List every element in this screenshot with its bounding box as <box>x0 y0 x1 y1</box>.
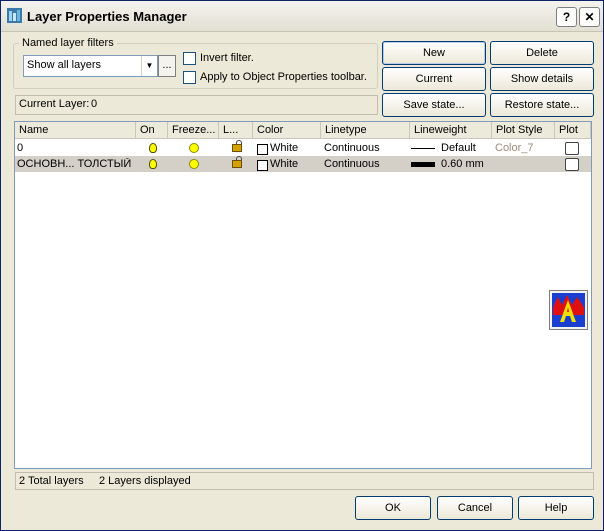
ok-button[interactable]: OK <box>355 496 431 520</box>
layer-name: ОСНОВН... ТОЛСТЫЙ <box>17 158 132 170</box>
column-header-name[interactable]: Name <box>15 122 136 139</box>
new-layer-button[interactable]: New <box>382 41 486 65</box>
column-header-lock[interactable]: L... <box>219 122 253 139</box>
sun-thawed-icon[interactable] <box>189 143 199 153</box>
current-layer-label: Current Layer: <box>19 98 90 110</box>
layer-name: 0 <box>17 142 24 154</box>
invert-filter-label: Invert filter. <box>200 52 254 64</box>
layer-linetype[interactable]: Continuous <box>324 158 380 170</box>
column-header-linetype[interactable]: Linetype <box>321 122 410 139</box>
printer-icon[interactable] <box>565 158 579 171</box>
column-header-plot-style[interactable]: Plot Style <box>492 122 555 139</box>
total-layers-count: 2 Total layers <box>19 475 84 487</box>
flame-a-icon <box>552 293 585 327</box>
close-title-button[interactable]: ✕ <box>579 7 600 27</box>
layer-linetype[interactable]: Continuous <box>324 142 380 154</box>
title-bar[interactable]: Layer Properties Manager ? ✕ <box>1 1 603 32</box>
help-title-button[interactable]: ? <box>556 7 577 27</box>
layer-filter-value: Show all layers <box>27 59 101 71</box>
layer-states-icon[interactable] <box>549 290 588 330</box>
lightbulb-on-icon[interactable] <box>149 159 157 169</box>
layer-app-icon <box>7 8 22 23</box>
column-header-on[interactable]: On <box>136 122 168 139</box>
cancel-button[interactable]: Cancel <box>437 496 513 520</box>
lightbulb-on-icon[interactable] <box>149 143 157 153</box>
unlocked-padlock-icon[interactable] <box>232 156 244 170</box>
filters-group-label: Named layer filters <box>19 37 117 49</box>
color-swatch[interactable] <box>257 160 268 171</box>
chevron-down-icon[interactable]: ▼ <box>141 56 157 76</box>
save-state-button[interactable]: Save state... <box>382 93 486 117</box>
apply-toolbar-checkbox[interactable] <box>183 71 196 84</box>
column-header-color[interactable]: Color <box>253 122 321 139</box>
layer-row[interactable]: 0 White Continuous Default Color_7 <box>15 140 591 156</box>
lineweight-thin-line <box>411 148 435 149</box>
invert-filter-checkbox[interactable] <box>183 52 196 65</box>
layer-color[interactable]: White <box>270 158 298 170</box>
window-title: Layer Properties Manager <box>27 9 187 24</box>
layer-list[interactable]: Name On Freeze... L... Color Linetype Li… <box>14 121 592 469</box>
column-header-freeze[interactable]: Freeze... <box>168 122 219 139</box>
layer-color[interactable]: White <box>270 142 298 154</box>
layer-filter-select[interactable]: Show all layers ▼ <box>23 55 158 77</box>
set-current-button[interactable]: Current <box>382 67 486 91</box>
show-details-button[interactable]: Show details <box>490 67 594 91</box>
layer-lineweight[interactable]: Default <box>441 142 476 154</box>
unlocked-padlock-icon[interactable] <box>232 140 244 154</box>
column-header-plot[interactable]: Plot <box>555 122 591 139</box>
layer-lineweight[interactable]: 0.60 mm <box>441 158 484 170</box>
layer-plot-style[interactable]: Color_7 <box>495 142 534 154</box>
filter-ellipsis-button[interactable]: ... <box>158 55 176 77</box>
layer-row[interactable]: ОСНОВН... ТОЛСТЫЙ White Continuous 0.60 … <box>15 156 591 172</box>
lineweight-thick-line <box>411 162 435 167</box>
color-swatch[interactable] <box>257 144 268 155</box>
sun-thawed-icon[interactable] <box>189 159 199 169</box>
help-button[interactable]: Help <box>518 496 594 520</box>
printer-icon[interactable] <box>565 142 579 155</box>
layer-properties-dialog: Layer Properties Manager ? ✕ Named layer… <box>0 0 604 531</box>
layers-displayed-count: 2 Layers displayed <box>99 475 191 487</box>
current-layer-display: Current Layer: 0 <box>15 95 378 115</box>
status-bar: 2 Total layers 2 Layers displayed <box>15 472 594 490</box>
column-header-lineweight[interactable]: Lineweight <box>410 122 492 139</box>
apply-toolbar-label: Apply to Object Properties toolbar. <box>200 71 367 83</box>
restore-state-button[interactable]: Restore state... <box>490 93 594 117</box>
current-layer-value: 0 <box>91 98 98 110</box>
delete-layer-button[interactable]: Delete <box>490 41 594 65</box>
